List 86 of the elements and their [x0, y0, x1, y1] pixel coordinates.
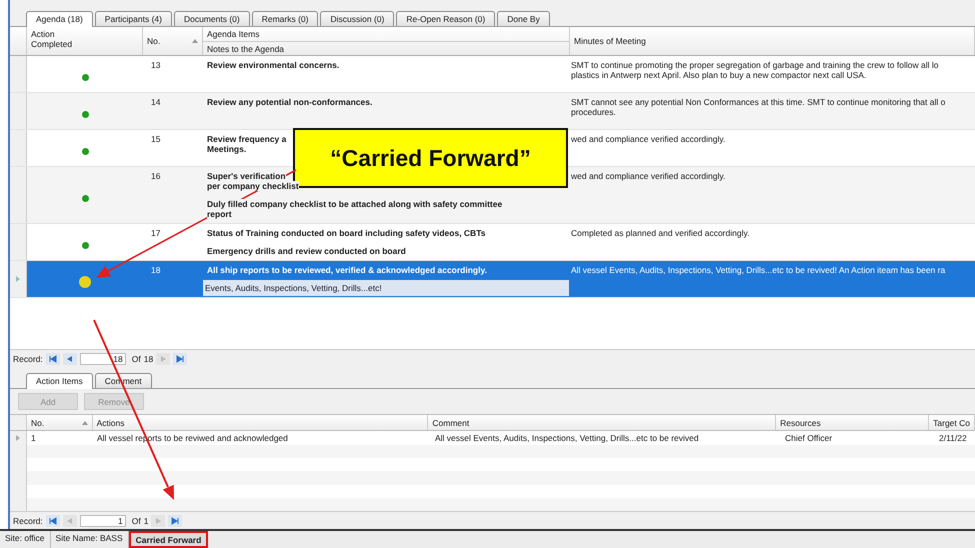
table-cell: 17 — [151, 228, 160, 238]
agenda-item-text: Super's verification — [207, 171, 286, 181]
status-dot-icon — [82, 148, 88, 154]
first-record-icon[interactable] — [46, 352, 60, 364]
tab[interactable]: Participants (4) — [94, 11, 172, 26]
column-header[interactable]: Resources — [780, 418, 821, 428]
row-selector[interactable] — [10, 130, 27, 166]
status-dot-icon — [82, 74, 88, 80]
minutes-text: procedures. — [571, 107, 617, 117]
record-number-field[interactable]: 18 — [80, 352, 126, 364]
table-cell: 1 — [31, 433, 36, 443]
row-pointer-icon — [16, 276, 20, 282]
agenda-item-text: Review frequency a — [207, 134, 286, 144]
record-total: 18 — [144, 354, 154, 364]
last-record-icon[interactable] — [173, 352, 188, 364]
status-item: Carried Forward — [128, 531, 208, 548]
column-header[interactable]: Action — [31, 29, 138, 39]
record-total: 1 — [144, 516, 148, 526]
sort-icon — [82, 420, 88, 424]
agenda-item-text: per company checklist — [207, 181, 299, 191]
table-cell: 15 — [151, 134, 160, 144]
column-header[interactable]: No. — [147, 36, 160, 46]
tab[interactable]: Documents (0) — [174, 11, 250, 26]
minutes-text: All vessel Events, Audits, Inspections, Vetting, Drills...etc to be revived! An Action iteam has been ra — [571, 265, 946, 275]
row-selector[interactable] — [10, 224, 27, 260]
row-selector[interactable] — [10, 431, 27, 445]
status-dot-icon — [82, 110, 88, 118]
tab[interactable]: Remarks (0) — [252, 11, 318, 26]
table-row[interactable]: 14 Review any potential non-conformances. SMT cannot see any potential Non Conformances at this time. SMT to continue monitoring that all o procedures. — [10, 93, 975, 130]
row-pointer-icon — [16, 435, 20, 441]
table-cell: 2/11/22 — [939, 433, 967, 443]
minutes-text: SMT to continue promoting the proper segregation of garbage and training the crew to follow all lo — [571, 60, 940, 70]
row-selector[interactable] — [10, 56, 27, 92]
agenda-item-text: Status of Training conducted on board including safety videos, CBTs — [207, 228, 486, 238]
row-selector[interactable] — [10, 167, 27, 223]
minutes-text: wed and compliance verified accordingly. — [571, 134, 726, 144]
tab[interactable]: Action Items — [26, 373, 93, 389]
table-cell: 13 — [151, 60, 160, 70]
tab[interactable]: Re-Open Reason (0) — [396, 11, 496, 26]
minutes-text: Completed as planned and verified accordingly. — [571, 228, 750, 238]
tab[interactable]: Discussion (0) — [320, 11, 394, 26]
column-header[interactable]: Target Co — [933, 418, 970, 428]
status-item: Site: office — [0, 531, 51, 548]
agenda-item-text: Review any potential non-conformances. — [207, 97, 372, 107]
record-number-field[interactable]: 1 — [80, 514, 126, 526]
column-header[interactable]: No. — [31, 418, 44, 428]
agenda-item-text: report — [207, 209, 232, 219]
agenda-item-text: Review environmental concerns. — [207, 60, 340, 70]
table-row[interactable] — [10, 56, 975, 93]
record-label: Record: — [13, 354, 43, 364]
agenda-item-text: Meetings. — [207, 144, 246, 154]
record-of-label: Of — [132, 516, 141, 526]
table-cell: Chief Officer — [785, 433, 832, 443]
status-dot-icon — [82, 242, 88, 248]
column-header[interactable]: Actions — [96, 418, 124, 428]
column-header[interactable]: Agenda Items — [203, 27, 569, 42]
column-header[interactable]: Minutes of Meeting — [574, 36, 970, 46]
row-selector[interactable] — [10, 498, 27, 512]
record-of-label: Of — [132, 354, 141, 364]
status-dot-icon — [79, 276, 91, 288]
agenda-item-text: Emergency drills and review conducted on board — [207, 246, 406, 256]
table-cell: 16 — [151, 171, 160, 181]
sort-icon — [192, 39, 198, 43]
tab[interactable]: Done By — [497, 11, 550, 26]
column-header[interactable]: Comment — [432, 418, 470, 428]
last-record-icon[interactable] — [168, 514, 182, 526]
table-row[interactable]: 17 Status of Training conducted on board including safety videos, CBTs Emergency drills and review conducted on board Completed as planned and verified accordingly. — [10, 224, 975, 261]
minutes-text: plastics in Antwerp next April. Also plan to buy a new compactor next call USA. — [571, 70, 868, 80]
column-header[interactable]: Notes to the Agenda — [203, 42, 569, 56]
record-label: Record: — [13, 516, 43, 526]
notes-field[interactable]: Events, Audits, Inspections, Vetting, Drills...etc! — [203, 280, 569, 296]
row-selector[interactable] — [10, 415, 27, 430]
agenda-item-text: Duly filled company checklist to be attached along with safety committee — [207, 199, 502, 209]
tab[interactable]: Agenda (18) — [26, 11, 93, 27]
table-cell: 18 — [151, 265, 160, 275]
row-selector[interactable] — [10, 261, 27, 297]
row-selector[interactable] — [10, 93, 27, 129]
column-header[interactable]: Completed — [31, 39, 138, 49]
table-cell: All vessel Events, Audits, Inspections, Vetting, Drills...etc to be revived — [435, 433, 699, 443]
minutes-text: SMT cannot see any potential Non Conformances at this time. SMT to continue monitoring that all o — [571, 97, 946, 107]
first-record-icon[interactable] — [46, 514, 60, 526]
minutes-text: wed and compliance verified accordingly. — [571, 171, 726, 181]
status-dot-icon — [82, 194, 88, 202]
table-cell: 14 — [151, 97, 160, 107]
agenda-item-text: All ship reports to be reviewed, verified & acknowledged accordingly. — [207, 265, 487, 275]
previous-record-icon[interactable] — [62, 352, 77, 364]
